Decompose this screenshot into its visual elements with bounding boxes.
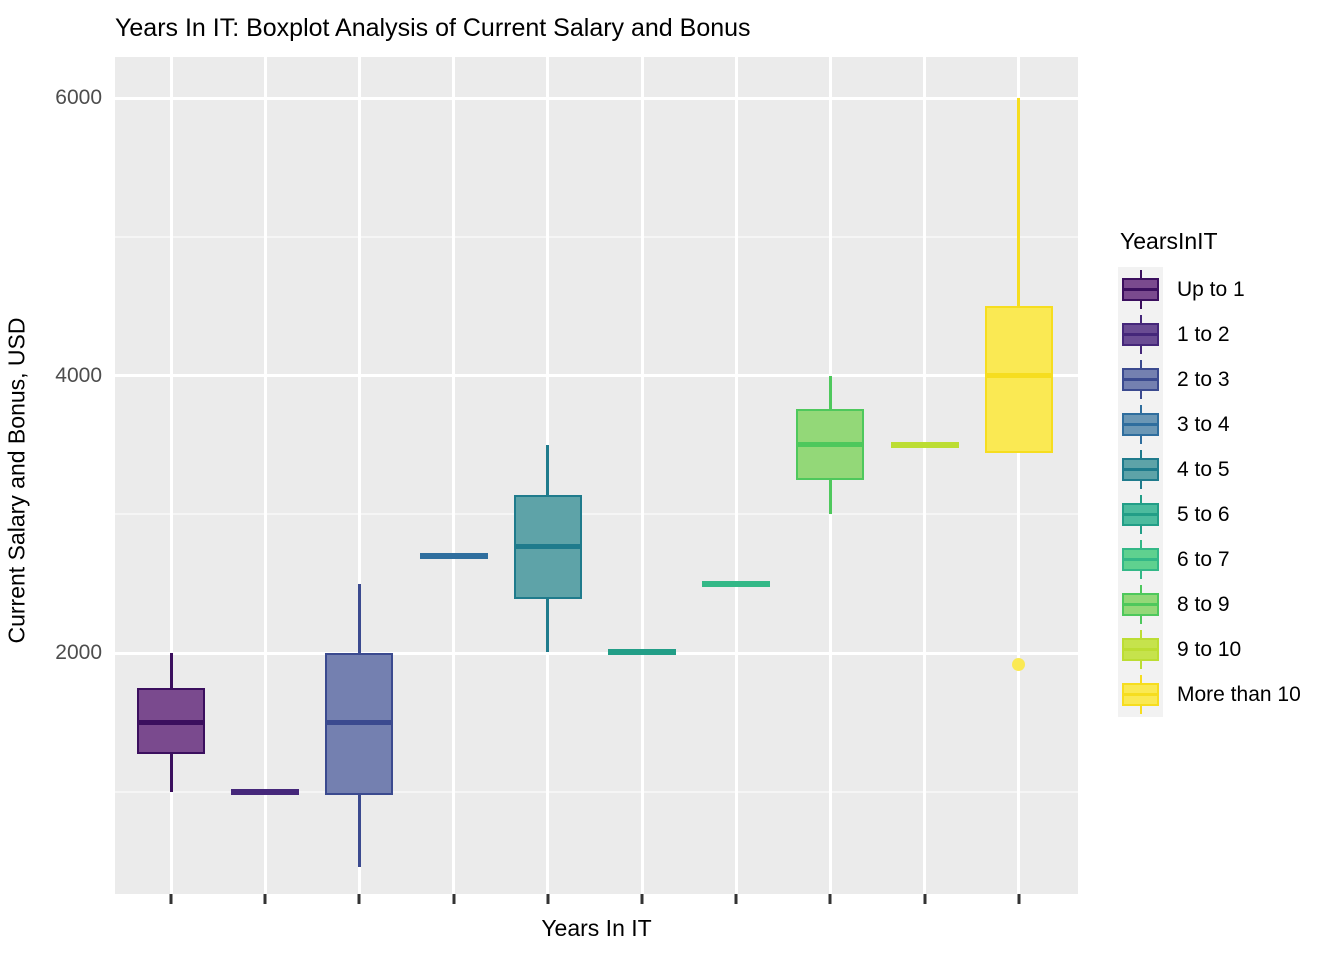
- legend-key-whisker-upper: [1139, 270, 1142, 279]
- legend-key-whisker-upper: [1139, 360, 1142, 369]
- legend-key-whisker-lower: [1139, 570, 1142, 579]
- legend-item-label: More than 10: [1177, 682, 1301, 706]
- legend-key-whisker-lower: [1139, 300, 1142, 309]
- legend-key-swatch: [1118, 402, 1163, 447]
- legend-key-swatch: [1118, 537, 1163, 582]
- boxplot-whisker-upper: [1017, 98, 1021, 307]
- x-axis-tick-mark: [452, 894, 456, 904]
- legend-item-label: 5 to 6: [1177, 502, 1230, 526]
- legend-key-median: [1122, 513, 1159, 516]
- legend-key-whisker-upper: [1139, 450, 1142, 459]
- legend-key-swatch: [1118, 627, 1163, 672]
- legend-item-label: 2 to 3: [1177, 367, 1230, 391]
- legend-item-6[interactable]: 6 to 7: [1118, 537, 1344, 582]
- y-axis-tick-labels: 2000 4000 6000: [40, 0, 153, 960]
- legend-key-whisker-upper: [1139, 405, 1142, 414]
- legend-key-median: [1122, 468, 1159, 471]
- legend-key-median: [1122, 333, 1159, 336]
- legend-key-swatch: [1118, 267, 1163, 312]
- legend-key-median: [1122, 693, 1159, 696]
- legend-key-median: [1122, 288, 1159, 291]
- legend-key-whisker-lower: [1139, 705, 1142, 714]
- legend-key-whisker-upper: [1139, 630, 1142, 639]
- y-axis-tick-label: 4000: [55, 363, 102, 387]
- x-axis-tick-mark: [169, 894, 173, 904]
- legend-item-label: 3 to 4: [1177, 412, 1230, 436]
- x-axis-tick-mark: [546, 894, 550, 904]
- legend-item-0[interactable]: Up to 1: [1118, 267, 1344, 312]
- page-title: Years In IT: Boxplot Analysis of Current…: [115, 14, 751, 42]
- x-axis-tick-mark: [923, 894, 927, 904]
- legend-item-label: 1 to 2: [1177, 322, 1230, 346]
- legend-key-whisker-lower: [1139, 435, 1142, 444]
- legend-item-label: 6 to 7: [1177, 547, 1230, 571]
- legend-key-median: [1122, 648, 1159, 651]
- legend: YearsInIT Up to 1 1 to 2 2 to 3 3 to 4 4 to …: [1118, 228, 1344, 717]
- legend-item-8[interactable]: 9 to 10: [1118, 627, 1344, 672]
- legend-items: Up to 1 1 to 2 2 to 3 3 to 4 4 to 5 5 to 6 6 t…: [1118, 267, 1344, 717]
- plot-panel: [115, 57, 1078, 894]
- y-axis-tick-label: 2000: [55, 641, 102, 664]
- boxplot-box: [984, 306, 1053, 454]
- legend-item-7[interactable]: 8 to 9: [1118, 582, 1344, 627]
- legend-item-9[interactable]: More than 10: [1118, 672, 1344, 717]
- legend-key-whisker-lower: [1139, 345, 1142, 354]
- legend-key-swatch: [1118, 357, 1163, 402]
- legend-key-swatch: [1118, 312, 1163, 357]
- x-axis-tick-mark: [828, 894, 832, 904]
- legend-key-swatch: [1118, 447, 1163, 492]
- x-axis-tick-mark: [734, 894, 738, 904]
- y-axis-title: Current Salary and Bonus, USD: [0, 0, 33, 960]
- legend-key-whisker-lower: [1139, 480, 1142, 489]
- legend-key-swatch: [1118, 492, 1163, 537]
- legend-key-swatch: [1118, 582, 1163, 627]
- legend-item-1[interactable]: 1 to 2: [1118, 312, 1344, 357]
- legend-key-whisker-upper: [1139, 675, 1142, 684]
- legend-key-median: [1122, 603, 1159, 606]
- x-axis-tick-mark: [263, 894, 267, 904]
- legend-key-whisker-lower: [1139, 390, 1142, 399]
- legend-key-whisker-upper: [1139, 495, 1142, 504]
- legend-title: YearsInIT: [1120, 228, 1218, 254]
- legend-item-label: 9 to 10: [1177, 637, 1242, 661]
- y-axis-tick-label: 6000: [55, 86, 102, 109]
- legend-item-5[interactable]: 5 to 6: [1118, 492, 1344, 537]
- legend-key-whisker-upper: [1139, 585, 1142, 594]
- legend-key-whisker-upper: [1139, 540, 1142, 549]
- legend-item-4[interactable]: 4 to 5: [1118, 447, 1344, 492]
- legend-item-label: 8 to 9: [1177, 592, 1230, 616]
- boxplot-group[interactable]: [115, 57, 1078, 894]
- legend-key-whisker-lower: [1139, 525, 1142, 534]
- chart-root: Years In IT: Boxplot Analysis of Current…: [0, 0, 1344, 960]
- legend-item-2[interactable]: 2 to 3: [1118, 357, 1344, 402]
- legend-key-median: [1122, 558, 1159, 561]
- legend-key-swatch: [1118, 672, 1163, 717]
- x-axis-title: Years In IT: [541, 915, 652, 941]
- legend-key-median: [1122, 378, 1159, 381]
- legend-item-label: Up to 1: [1177, 277, 1245, 301]
- legend-key-whisker-lower: [1139, 615, 1142, 624]
- legend-key-median: [1122, 423, 1159, 426]
- legend-item-label: 4 to 5: [1177, 457, 1230, 481]
- boxplot-median-line: [984, 373, 1053, 378]
- x-axis-tick-mark: [357, 894, 361, 904]
- x-axis-tick-mark: [1017, 894, 1021, 904]
- legend-item-3[interactable]: 3 to 4: [1118, 402, 1344, 447]
- legend-key-whisker-upper: [1139, 315, 1142, 324]
- x-axis-tick-mark: [640, 894, 644, 904]
- legend-key-whisker-lower: [1139, 660, 1142, 669]
- boxplot-outlier-point: [1012, 657, 1026, 671]
- y-axis-title-text: Current Salary and Bonus, USD: [3, 317, 29, 643]
